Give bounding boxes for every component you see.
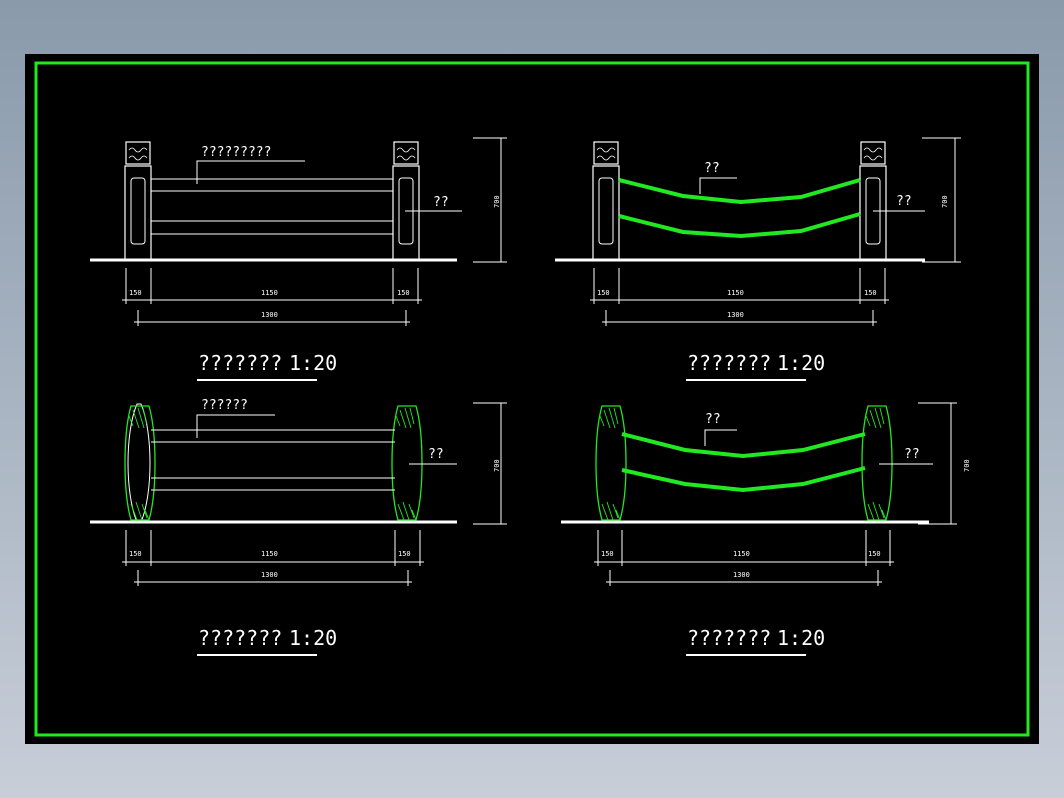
view-4: ?? ?? 700 150 1150 150 1300 ??????? 1:20 xyxy=(561,402,971,656)
dim-middle: 1150 xyxy=(727,289,744,297)
view-scale: 1:20 xyxy=(777,351,825,375)
view-scale: 1:20 xyxy=(777,626,825,650)
left-barrel-post xyxy=(124,403,156,523)
right-barrel-post xyxy=(861,405,893,521)
right-stone-post xyxy=(392,141,420,261)
dim-middle: 1150 xyxy=(261,289,278,297)
view-title: ??????? xyxy=(198,351,282,375)
view-title: ??????? xyxy=(687,351,771,375)
height-dim: 700 xyxy=(493,459,501,472)
view-scale: 1:20 xyxy=(289,351,337,375)
view-1: ????????? ?? 700 150 1150 150 1300 ?????… xyxy=(90,137,507,381)
rope-rails xyxy=(618,178,861,239)
callout-post: ?? xyxy=(428,447,444,462)
height-dim: 700 xyxy=(493,195,501,208)
drawing-sheet: ????????? ?? 700 150 1150 150 1300 ?????… xyxy=(25,54,1039,744)
left-stone-post xyxy=(592,141,620,261)
dim-right: 150 xyxy=(864,289,877,297)
callout-post: ?? xyxy=(433,195,449,210)
dim-total: 1300 xyxy=(727,311,744,319)
left-barrel-post xyxy=(595,405,627,521)
callout-main: ????????? xyxy=(201,145,271,160)
rope-rails xyxy=(621,432,866,493)
straight-rails xyxy=(151,429,395,491)
dim-right: 150 xyxy=(397,289,410,297)
dim-total: 1300 xyxy=(261,311,278,319)
height-dim: 700 xyxy=(963,459,971,472)
right-barrel-post xyxy=(391,405,423,521)
dim-left: 150 xyxy=(601,550,614,558)
callout-main: ?????? xyxy=(201,398,248,413)
view-title: ??????? xyxy=(687,626,771,650)
view-scale: 1:20 xyxy=(289,626,337,650)
dim-left: 150 xyxy=(129,289,142,297)
view-title: ??????? xyxy=(198,626,282,650)
callout-post: ?? xyxy=(904,447,920,462)
dim-total: 1300 xyxy=(733,571,750,579)
callout-main: ?? xyxy=(704,161,720,176)
callout-post: ?? xyxy=(896,194,912,209)
cad-drawing: ????????? ?? 700 150 1150 150 1300 ?????… xyxy=(34,61,1030,737)
callout-main: ?? xyxy=(705,412,721,427)
straight-rails xyxy=(151,178,393,235)
dim-total: 1300 xyxy=(261,571,278,579)
right-stone-post xyxy=(859,141,887,261)
dim-right: 150 xyxy=(398,550,411,558)
height-dim: 700 xyxy=(941,195,949,208)
dim-middle: 1150 xyxy=(733,550,750,558)
dim-left: 150 xyxy=(597,289,610,297)
dim-left: 150 xyxy=(129,550,142,558)
left-stone-post xyxy=(124,141,152,261)
view-3: ?????? ?? 700 150 1150 150 1300 ??????? … xyxy=(90,398,507,656)
dim-middle: 1150 xyxy=(261,550,278,558)
view-2: ?? ?? 700 150 1150 150 1300 ??????? 1:20 xyxy=(555,137,961,381)
dim-right: 150 xyxy=(868,550,881,558)
